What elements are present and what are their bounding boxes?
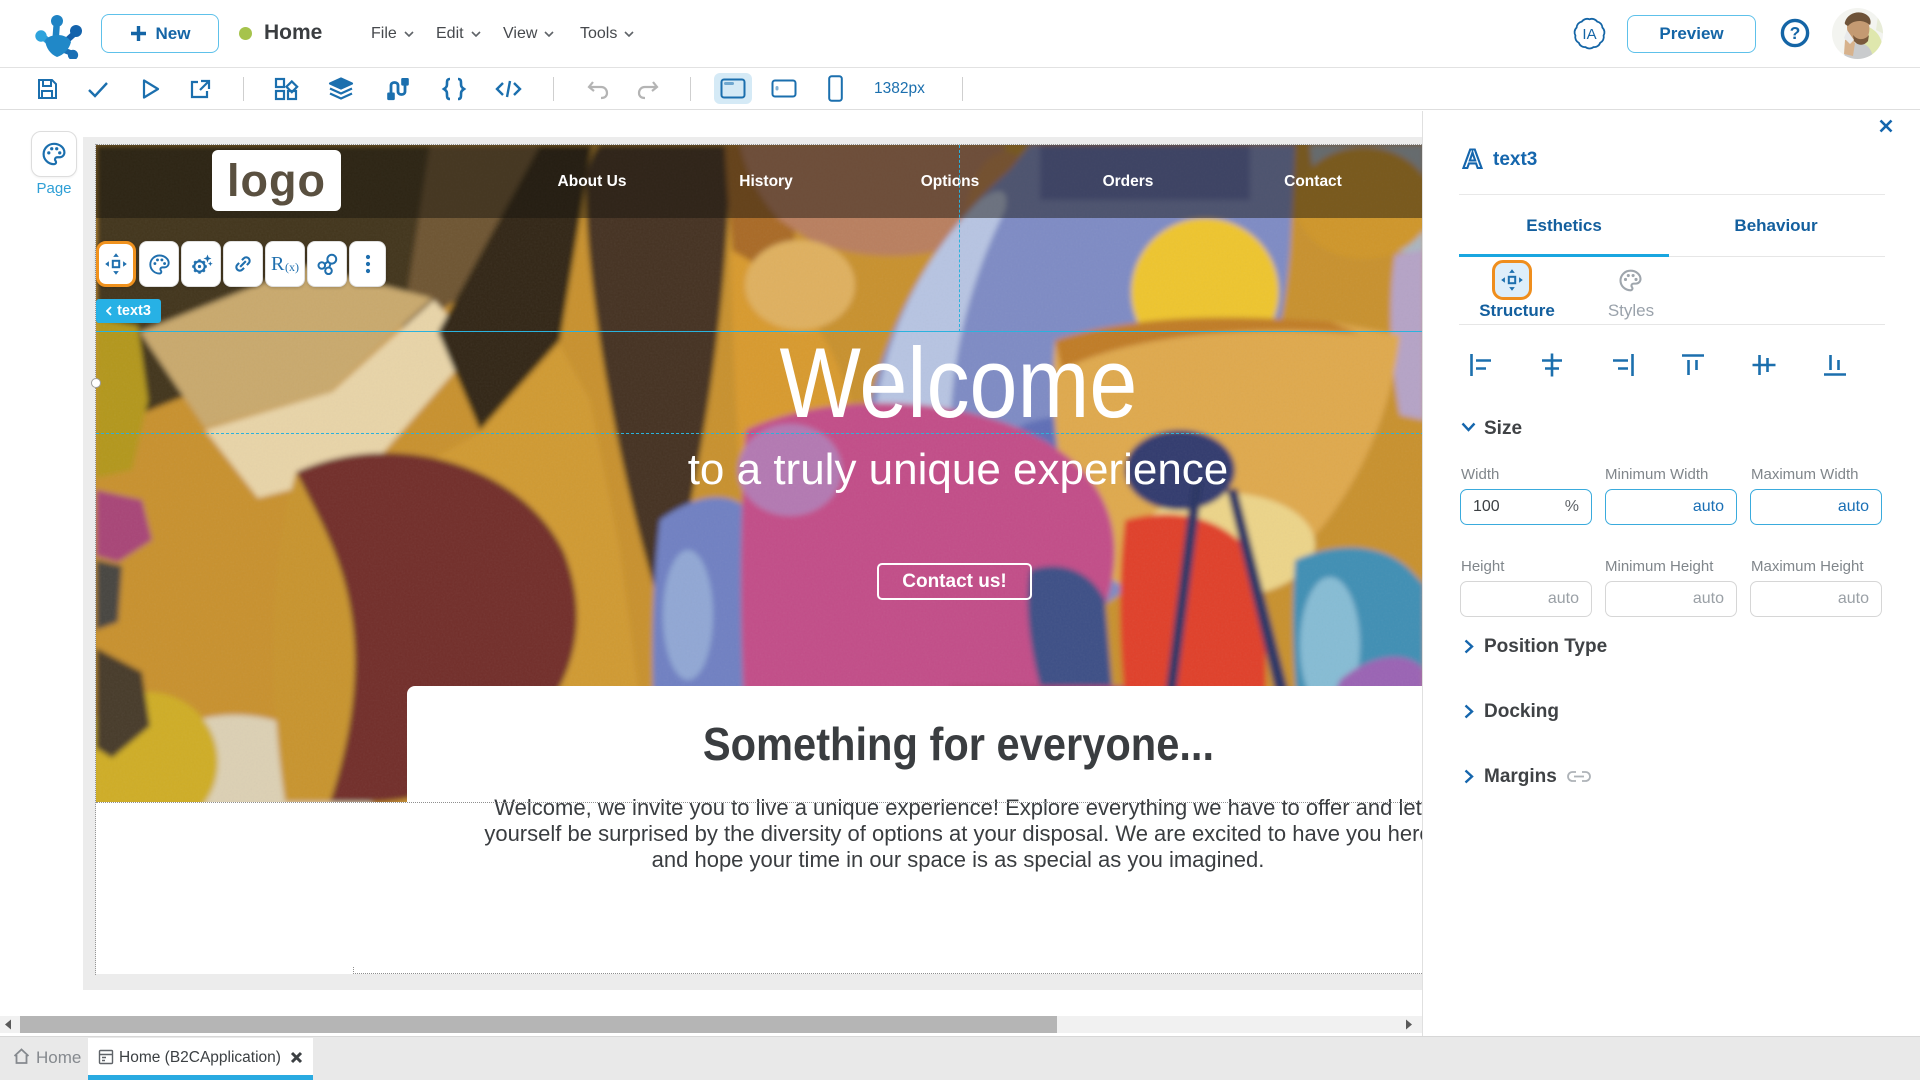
svg-text:?: ? [1790,23,1801,43]
svg-text:IA: IA [1582,26,1596,43]
svg-text:R: R [271,253,285,275]
svg-text:(x): (x) [285,260,299,274]
svg-text:A: A [1463,145,1483,172]
